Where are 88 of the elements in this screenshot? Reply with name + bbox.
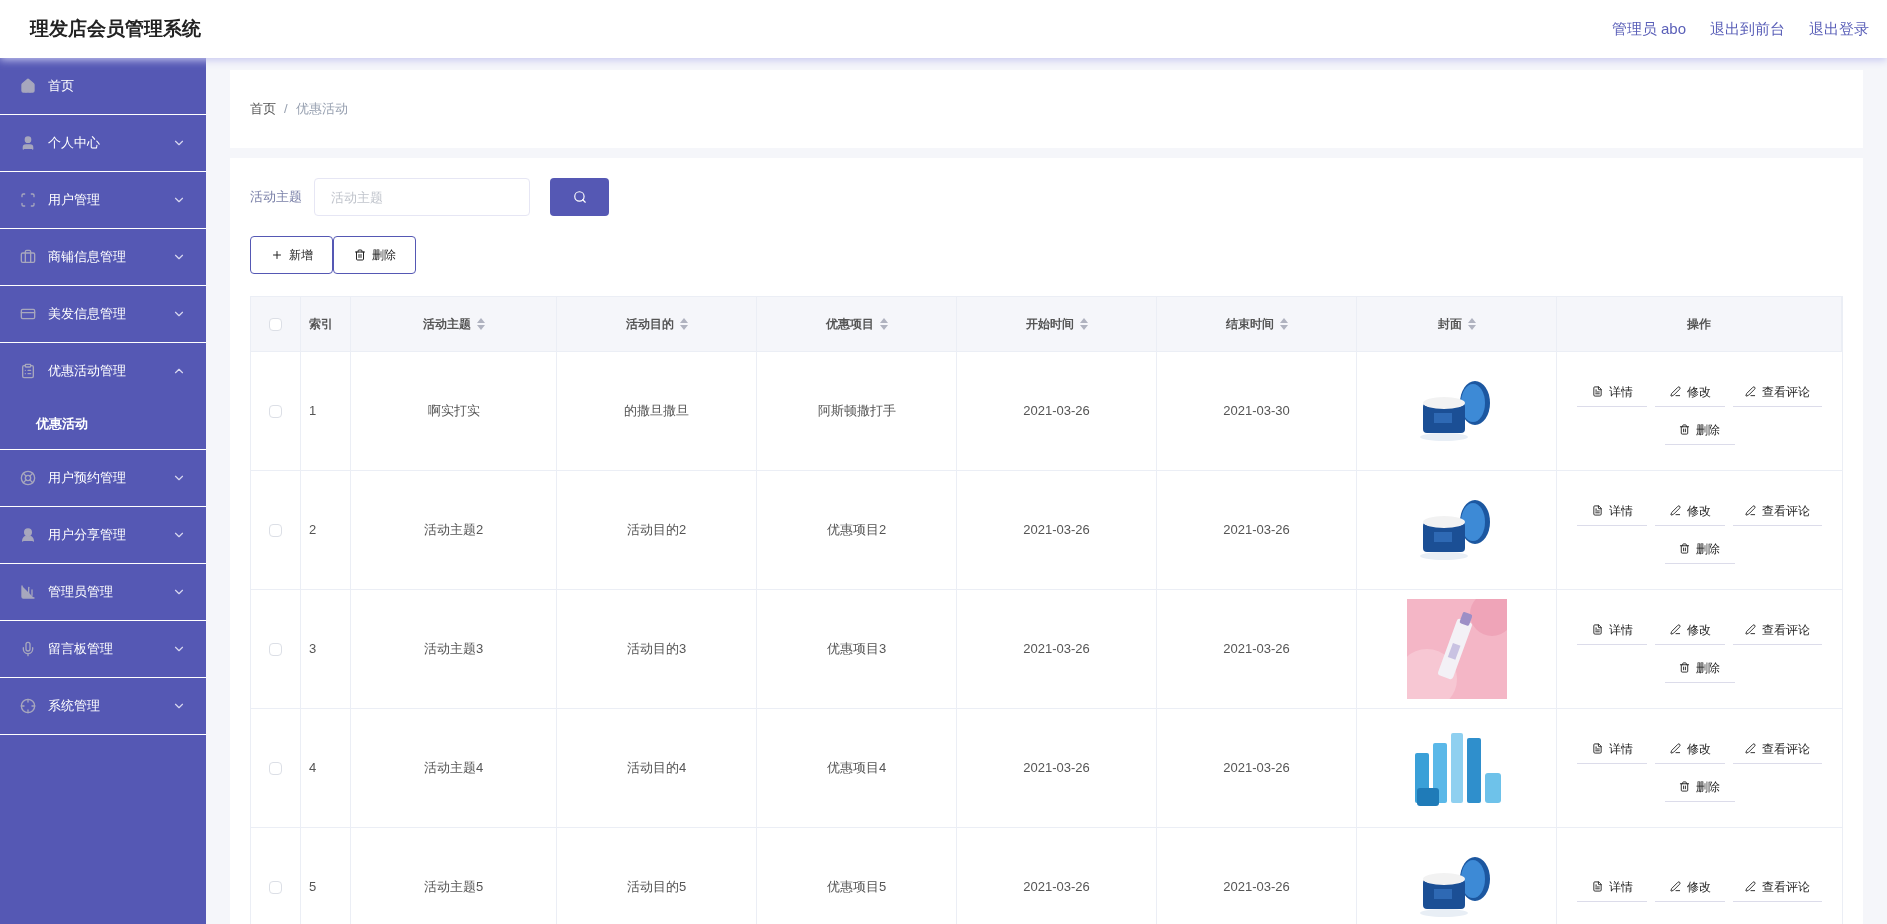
- home-icon: [20, 78, 36, 94]
- pencil-icon: [1669, 505, 1681, 516]
- trash-icon: [1679, 662, 1690, 673]
- header-link[interactable]: 退出到前台: [1710, 17, 1785, 41]
- pencil-icon: [1669, 743, 1681, 754]
- column-header[interactable]: 开始时间: [1025, 315, 1074, 333]
- clipboard-icon: [20, 363, 36, 379]
- document-icon: [1591, 743, 1603, 754]
- table-cell-text: 活动主题3: [423, 640, 484, 659]
- pencil-icon: [1669, 881, 1681, 892]
- column-header: 索引: [309, 316, 333, 333]
- table-cell-text: 2021-03-26: [1223, 521, 1290, 540]
- column-header[interactable]: 优惠项目: [825, 315, 874, 333]
- column-header: 操作: [1687, 316, 1711, 333]
- table-cell-text: 5: [309, 878, 317, 897]
- document-icon: [1591, 386, 1603, 397]
- table-cell-text: 2021-03-30: [1223, 402, 1290, 421]
- app-title: 理发店会员管理系统: [30, 16, 201, 41]
- add-button[interactable]: 新增: [250, 236, 333, 274]
- search-button[interactable]: [550, 178, 609, 216]
- breadcrumb-item[interactable]: 首页: [250, 99, 276, 119]
- table-cell-text: 2021-03-26: [1023, 402, 1090, 421]
- document-icon: [1591, 881, 1603, 892]
- document-icon: [1591, 505, 1603, 516]
- checkbox[interactable]: [269, 404, 282, 418]
- table-cell-text: 3: [309, 640, 317, 659]
- trash-icon: [1679, 424, 1690, 435]
- scan-icon: [20, 192, 36, 208]
- table-cell-text: 2021-03-26: [1023, 759, 1090, 778]
- column-header[interactable]: 活动主题: [422, 315, 471, 333]
- table-cell-text: 2021-03-26: [1023, 640, 1090, 659]
- pencil-icon: [1745, 624, 1756, 635]
- checkbox[interactable]: [269, 317, 282, 331]
- crosshair-icon: [20, 698, 36, 714]
- table-cell-text: 2021-03-26: [1023, 521, 1090, 540]
- table-cell-text: 2021-03-26: [1023, 878, 1090, 897]
- delete-button[interactable]: 删除: [333, 236, 416, 274]
- lifebuoy-icon: [20, 470, 36, 486]
- briefcase-icon: [20, 249, 36, 265]
- card-icon: [20, 306, 36, 322]
- table-cell-text: 活动主题2: [423, 521, 484, 540]
- table-cell-text: 活动目的4: [626, 759, 687, 778]
- header-link[interactable]: 退出登录: [1809, 17, 1869, 41]
- trash-icon: [1679, 543, 1690, 554]
- table-cell-text: 优惠项目5: [826, 878, 887, 897]
- microphone-icon: [20, 641, 36, 657]
- pencil-icon: [1669, 386, 1681, 397]
- table-cell-text: 活动目的2: [626, 521, 687, 540]
- user-icon: [20, 527, 36, 543]
- table-cell-text: 1: [309, 402, 317, 421]
- table-cell-text: 2021-03-26: [1223, 640, 1290, 659]
- table-cell-text: 活动目的3: [626, 640, 687, 659]
- pencil-icon: [1745, 386, 1756, 397]
- pencil-icon: [1669, 624, 1681, 635]
- search-field[interactable]: 活动主题: [314, 178, 530, 216]
- table-cell-text: 活动目的5: [626, 878, 687, 897]
- table-cell-text: 优惠项目3: [826, 640, 887, 659]
- table-cell-text: 2: [309, 521, 317, 540]
- trash-icon: [1679, 781, 1690, 792]
- column-header[interactable]: 封面: [1437, 315, 1462, 333]
- column-header[interactable]: 活动目的: [625, 315, 674, 333]
- header-link[interactable]: 管理员 abo: [1611, 17, 1686, 41]
- checkbox[interactable]: [269, 523, 282, 537]
- plus-icon: [270, 249, 283, 261]
- table-cell-text: 4: [309, 759, 317, 778]
- table-cell-text: 阿斯顿撒打手: [817, 402, 896, 421]
- search-icon: [572, 190, 587, 204]
- checkbox[interactable]: [269, 880, 282, 894]
- pencil-icon: [1745, 505, 1756, 516]
- table-cell-text: 啊实打实: [427, 402, 480, 421]
- pencil-icon: [1745, 881, 1756, 892]
- checkbox[interactable]: [269, 761, 282, 775]
- checkbox[interactable]: [269, 642, 282, 656]
- pencil-icon: [1745, 743, 1756, 754]
- user-icon: [20, 135, 36, 151]
- column-header[interactable]: 结束时间: [1225, 315, 1274, 333]
- search-label: 活动主题: [250, 188, 302, 207]
- table-cell-text: 的撒旦撒旦: [624, 402, 689, 421]
- document-icon: [1591, 624, 1603, 635]
- table-cell-text: 2021-03-26: [1223, 878, 1290, 897]
- breadcrumb-item: 优惠活动: [295, 100, 348, 119]
- trash-icon: [353, 249, 366, 261]
- table-cell-text: 2021-03-26: [1223, 759, 1290, 778]
- table-cell-text: 优惠项目4: [826, 759, 887, 778]
- table-cell-text: 活动主题5: [423, 878, 484, 897]
- table-cell-text: 活动主题4: [423, 759, 484, 778]
- breadcrumb-item: /: [284, 100, 288, 119]
- table-cell-text: 优惠项目2: [826, 521, 887, 540]
